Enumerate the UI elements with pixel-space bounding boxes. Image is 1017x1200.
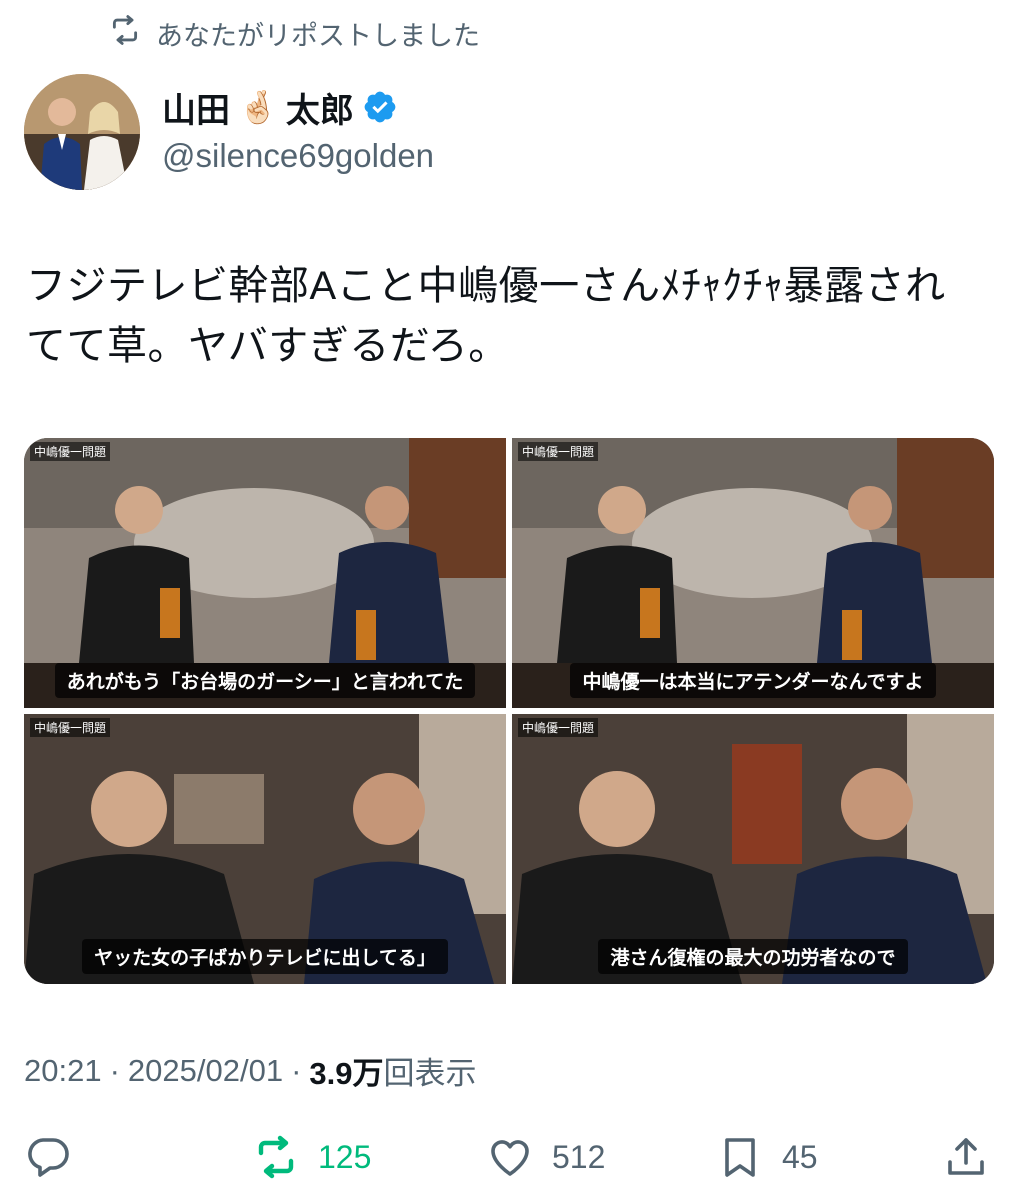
bookmark-count: 45 — [782, 1138, 818, 1175]
author-name[interactable]: 山田 🤞🏻 太郎 — [162, 84, 398, 130]
author-name-part1: 山田 — [162, 91, 230, 130]
tweet-text-line: フジテレビ幹部Aこと中嶋優一さんﾒﾁｬｸﾁｬ暴露され — [26, 264, 946, 308]
media-tag: 中嶋優一問題 — [30, 442, 111, 461]
like-button[interactable]: 512 — [486, 1132, 605, 1182]
repost-context: あなたがリポストしました — [108, 14, 480, 52]
crossed-fingers-emoji: 🤞🏻 — [238, 89, 278, 125]
meta-separator: · — [109, 1052, 120, 1088]
heart-icon — [486, 1133, 534, 1181]
media-image-3[interactable]: 中嶋優一問題 ヤッた女の子ばかりテレビに出してる」 — [24, 714, 506, 984]
bookmark-icon — [716, 1133, 764, 1181]
author-name-part2: 太郎 — [285, 91, 354, 130]
verified-badge-icon — [362, 89, 398, 125]
media-grid: 中嶋優一問題 あれがもう「お台場のガーシー」と言われてた 中嶋優一問題 中嶋優一… — [24, 438, 994, 984]
repost-context-label: あなたがリポストしました — [156, 20, 480, 51]
tweet-text-line: てて草。ヤバすぎるだろ。 — [26, 324, 509, 368]
repost-icon — [108, 13, 142, 54]
avatar[interactable] — [24, 74, 140, 190]
media-caption: 港さん復権の最大の功労者なので — [512, 939, 994, 974]
media-image-1[interactable]: 中嶋優一問題 あれがもう「お台場のガーシー」と言われてた — [24, 438, 506, 708]
author-handle[interactable]: @silence69golden — [162, 137, 434, 175]
tweet-time[interactable]: 20:21 — [24, 1053, 102, 1089]
repost-count: 125 — [318, 1138, 372, 1175]
repost-button[interactable]: 125 — [252, 1132, 371, 1182]
repost-icon — [252, 1133, 300, 1181]
media-caption: ヤッた女の子ばかりテレビに出してる」 — [24, 939, 506, 974]
views-label: 回表示 — [383, 1056, 477, 1091]
media-image-4[interactable]: 中嶋優一問題 港さん復権の最大の功労者なので — [512, 714, 994, 984]
share-button[interactable] — [942, 1132, 990, 1182]
tweet-meta: 20:21 · 2025/02/01 · 3.9万回表示 — [24, 1048, 477, 1093]
like-count: 512 — [552, 1138, 606, 1175]
tweet-date[interactable]: 2025/02/01 — [128, 1053, 283, 1089]
reply-icon — [24, 1133, 72, 1181]
media-image-2[interactable]: 中嶋優一問題 中嶋優一は本当にアテンダーなんですよ — [512, 438, 994, 708]
media-tag: 中嶋優一問題 — [518, 718, 599, 737]
tweet-text: フジテレビ幹部Aこと中嶋優一さんﾒﾁｬｸﾁｬ暴露され てて草。ヤバすぎるだろ。 — [26, 256, 986, 376]
media-tag: 中嶋優一問題 — [518, 442, 599, 461]
bookmark-button[interactable]: 45 — [716, 1132, 818, 1182]
meta-separator: · — [291, 1052, 302, 1088]
views-count: 3.9万 — [309, 1056, 384, 1091]
views-stat[interactable]: 3.9万回表示 — [309, 1048, 476, 1093]
reply-button[interactable] — [24, 1132, 72, 1182]
media-caption: あれがもう「お台場のガーシー」と言われてた — [24, 663, 506, 698]
media-caption: 中嶋優一は本当にアテンダーなんですよ — [512, 663, 994, 698]
share-icon — [942, 1133, 990, 1181]
media-tag: 中嶋優一問題 — [30, 718, 111, 737]
